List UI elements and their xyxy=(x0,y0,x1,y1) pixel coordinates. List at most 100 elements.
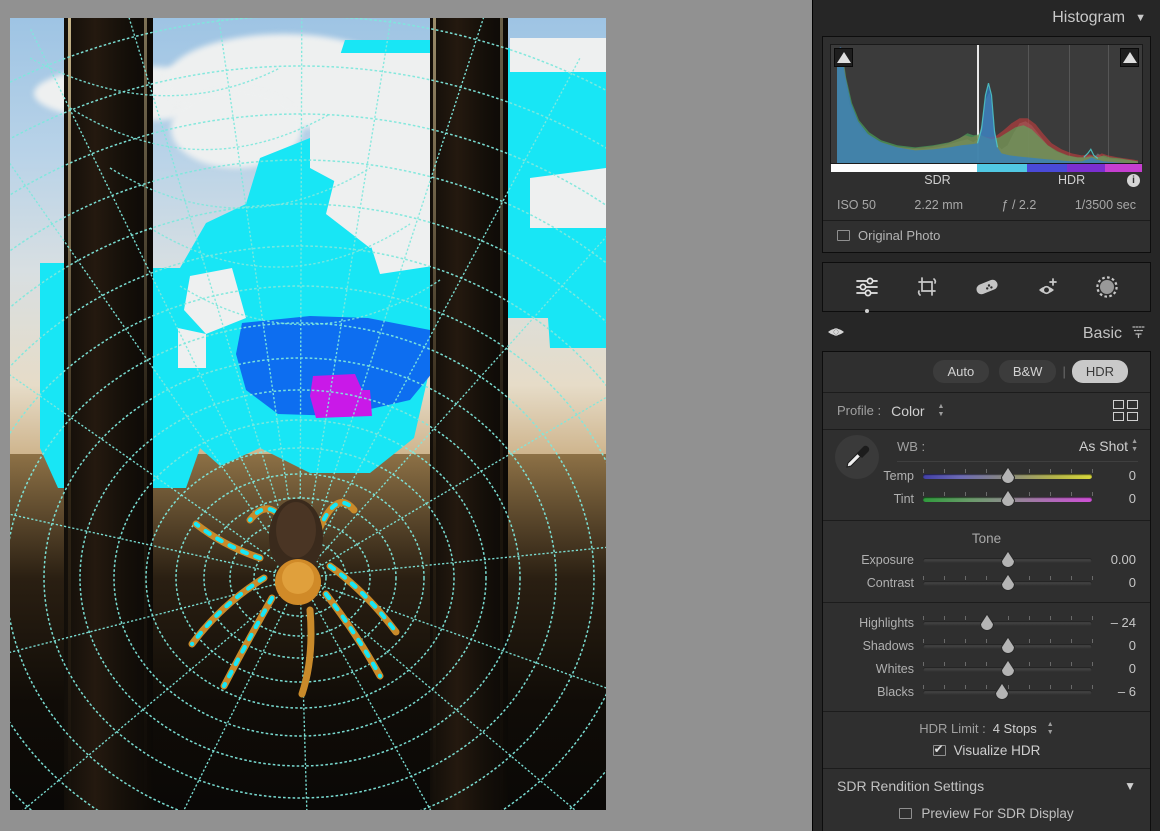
bar-seg-hdr-magenta xyxy=(1104,164,1142,172)
triangle-down-icon[interactable]: ▼ xyxy=(1135,12,1146,24)
slider-whites-label: Whites xyxy=(875,661,914,676)
slider-temp-track-wrap[interactable] xyxy=(923,464,1093,487)
lightroom-window: Histogram ▼ SDR HDR i ISO 50 2.22 mm ƒ /… xyxy=(0,0,1160,831)
photo-content xyxy=(10,18,606,810)
edit-sliders-icon[interactable] xyxy=(850,270,884,304)
slider-blacks[interactable]: Blacks – 6 xyxy=(835,680,1138,703)
sdr-rendition-header[interactable]: SDR Rendition Settings ▼ xyxy=(823,769,1150,802)
visualize-hdr-checkbox[interactable] xyxy=(932,742,946,756)
bw-button[interactable]: B&W xyxy=(998,360,1057,383)
exif-info-row: ISO 50 2.22 mm ƒ / 2.2 1/3500 sec xyxy=(823,192,1150,221)
slider-temp-value[interactable]: 0 xyxy=(1092,468,1138,483)
histogram-block: SDR HDR i ISO 50 2.22 mm ƒ / 2.2 1/3500 … xyxy=(822,36,1151,253)
slider-blacks-value[interactable]: – 6 xyxy=(1092,684,1138,699)
slider-highlights-track-wrap[interactable] xyxy=(923,611,1093,634)
slider-exposure-track-wrap[interactable] xyxy=(923,548,1092,571)
slider-tint-value[interactable]: 0 xyxy=(1092,491,1138,506)
wb-divider xyxy=(897,461,1138,462)
preview-sdr-checkbox[interactable] xyxy=(899,808,913,819)
bar-seg-hdr-cyan xyxy=(977,164,1027,172)
profile-browser-grid-icon[interactable] xyxy=(1113,400,1138,421)
slider-contrast[interactable]: Contrast 0 xyxy=(835,571,1138,594)
image-canvas-area[interactable] xyxy=(0,0,812,831)
tone-title: Tone xyxy=(971,531,1002,546)
histogram-title: Histogram xyxy=(1052,9,1126,26)
slider-tint-knob[interactable] xyxy=(999,488,1016,508)
bar-seg-sdr-white xyxy=(831,164,978,172)
white-balance-block: WB : As Shot ▲ ▼ Temp 0 Tint 0 xyxy=(823,430,1150,521)
shadow-clipping-indicator[interactable] xyxy=(834,48,853,67)
stepper-updown-icon[interactable]: ▲ ▼ xyxy=(1131,438,1138,453)
wb-value[interactable]: As Shot ▲ ▼ xyxy=(1079,438,1138,454)
slider-highlights-knob[interactable] xyxy=(979,612,996,632)
hdr-label: HDR xyxy=(1058,173,1086,187)
slider-blacks-track-wrap[interactable] xyxy=(923,680,1093,703)
preview-sdr-row[interactable]: Preview For SDR Display xyxy=(823,802,1150,831)
slider-contrast-track-wrap[interactable] xyxy=(923,571,1093,594)
wb-row: WB : As Shot ▲ ▼ xyxy=(835,438,1138,454)
edit-tool-strip xyxy=(822,262,1151,312)
sdr-hdr-range-bar[interactable] xyxy=(831,164,1142,172)
slider-highlights[interactable]: Highlights – 24 xyxy=(835,611,1138,634)
slider-whites[interactable]: Whites 0 xyxy=(835,657,1138,680)
info-icon[interactable]: i xyxy=(1127,174,1140,187)
hdr-limit-label: HDR Limit : xyxy=(919,721,986,736)
slider-exposure-knob[interactable] xyxy=(999,549,1016,569)
slider-highlights-value[interactable]: – 24 xyxy=(1092,615,1138,630)
profile-value[interactable]: Color xyxy=(891,403,924,419)
triangle-down-icon[interactable]: ▼ xyxy=(1124,779,1136,793)
profile-label: Profile : xyxy=(837,403,882,418)
tone-block: Tone Exposure 0.00 Contrast 0 xyxy=(823,521,1150,603)
crop-icon[interactable] xyxy=(910,270,944,304)
eyedropper-icon[interactable] xyxy=(835,435,879,479)
auto-button[interactable]: Auto xyxy=(932,360,989,383)
slider-highlights-label: Highlights xyxy=(859,615,914,630)
slider-shadows-knob[interactable] xyxy=(999,635,1016,655)
histogram-panel-header[interactable]: Histogram ▼ xyxy=(813,0,1160,36)
slider-exposure[interactable]: Exposure 0.00 xyxy=(835,548,1138,571)
exif-aperture: ƒ / 2.2 xyxy=(1001,198,1037,212)
slider-shadows-value[interactable]: 0 xyxy=(1092,638,1138,653)
slider-tint-label: Tint xyxy=(893,491,914,506)
hdr-button[interactable]: HDR xyxy=(1071,360,1128,383)
slider-shadows-track-wrap[interactable] xyxy=(923,634,1093,657)
slider-shadows-label: Shadows xyxy=(862,638,914,653)
preview-sdr-label: Preview For SDR Display xyxy=(921,806,1074,821)
histogram-graph[interactable] xyxy=(830,44,1143,164)
slider-whites-track-wrap[interactable] xyxy=(923,657,1093,680)
hdr-limit-value[interactable]: 4 Stops xyxy=(993,721,1037,736)
slider-temp-knob[interactable] xyxy=(999,465,1016,485)
slider-contrast-value[interactable]: 0 xyxy=(1092,575,1138,590)
right-panel: Histogram ▼ SDR HDR i ISO 50 2.22 mm ƒ /… xyxy=(812,0,1160,831)
slider-blacks-knob[interactable] xyxy=(994,681,1011,701)
slider-exposure-value[interactable]: 0.00 xyxy=(1092,552,1138,567)
masking-icon[interactable] xyxy=(1030,270,1064,304)
bar-seg-hdr-indigo xyxy=(1026,164,1068,172)
basic-panel-body: Auto B&W | HDR Profile : Color ▲ ▼ WB: … xyxy=(822,351,1151,831)
slider-highlights-track[interactable] xyxy=(923,621,1092,626)
radial-gradient-icon[interactable] xyxy=(1090,270,1124,304)
visualize-hdr-row[interactable]: Visualize HDR xyxy=(835,742,1138,758)
slider-contrast-knob[interactable] xyxy=(999,572,1016,592)
original-photo-checkbox[interactable] xyxy=(837,230,850,241)
photo-preview[interactable] xyxy=(10,18,606,810)
stepper-updown-icon[interactable]: ▲ ▼ xyxy=(938,403,945,418)
reset-icon[interactable] xyxy=(1131,324,1146,344)
basic-panel-header[interactable]: Basic xyxy=(813,317,1160,351)
eye-icon[interactable] xyxy=(827,325,845,344)
slider-exposure-label: Exposure xyxy=(861,552,914,567)
slider-tint-track-wrap[interactable] xyxy=(923,487,1093,510)
original-photo-toggle[interactable]: Original Photo xyxy=(823,221,1150,252)
exif-iso: ISO 50 xyxy=(837,198,876,212)
slider-temp[interactable]: Temp 0 xyxy=(835,464,1138,487)
slider-tint[interactable]: Tint 0 xyxy=(835,487,1138,510)
spider xyxy=(188,499,400,698)
healing-icon[interactable] xyxy=(970,270,1004,304)
highlight-clipping-indicator[interactable] xyxy=(1120,48,1139,67)
slider-shadows[interactable]: Shadows 0 xyxy=(835,634,1138,657)
slider-whites-value[interactable]: 0 xyxy=(1092,661,1138,676)
slider-blacks-label: Blacks xyxy=(877,684,914,699)
bar-seg-hdr-violet xyxy=(1067,164,1105,172)
slider-whites-knob[interactable] xyxy=(999,658,1016,678)
stepper-updown-icon[interactable]: ▲ ▼ xyxy=(1047,721,1054,736)
